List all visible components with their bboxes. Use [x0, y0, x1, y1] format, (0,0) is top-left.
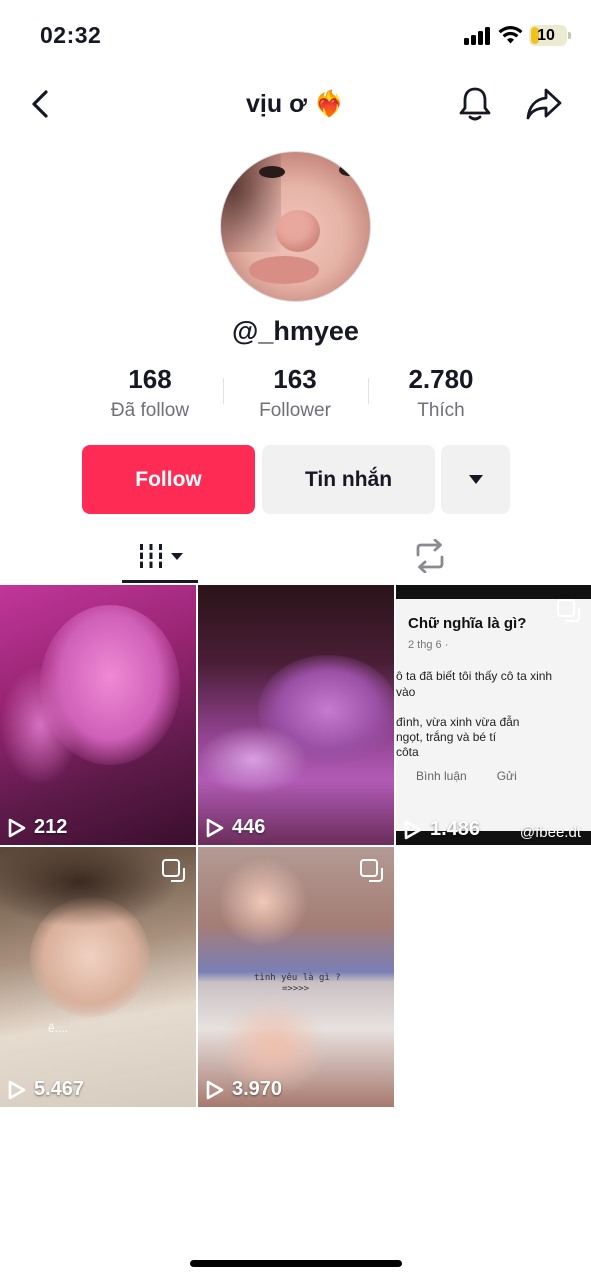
profile-header: vịu ơ ❤️‍🔥 [0, 72, 591, 138]
stat-followers-value: 163 [273, 364, 317, 394]
video-tile[interactable]: tình yêu là gì ? =>>>> 3.970 [198, 847, 394, 1107]
home-indicator[interactable] [190, 1260, 402, 1267]
stat-following-value: 168 [128, 364, 172, 394]
video-tile[interactable]: 212 [0, 585, 196, 845]
grid-bars-icon [137, 544, 165, 568]
post-actions: Bình luận Gửi [416, 769, 517, 783]
view-count-value: 446 [232, 816, 266, 838]
pinned-icon [557, 599, 580, 622]
post-line: đình, vừa xinh vừa đẫn [396, 715, 520, 729]
status-bar: 02:32 10 [0, 0, 591, 72]
page-title: vịu ơ ❤️‍🔥 [246, 90, 345, 118]
tab-videos[interactable] [122, 528, 198, 584]
stat-likes-value: 2.780 [408, 364, 474, 394]
post-meta: 2 thg 6 · [408, 639, 449, 651]
view-count-value: 1.486 [430, 818, 481, 840]
repost-icon [416, 539, 444, 573]
content-tabs [0, 528, 591, 584]
profile-stats: 168 Đã follow 163 Follower 2.780 Thích [0, 364, 591, 424]
share-arrow-icon [526, 88, 562, 120]
follow-button[interactable]: Follow [82, 445, 255, 514]
play-icon [404, 820, 422, 839]
tab-active-indicator [122, 580, 198, 583]
stat-likes-label: Thích [417, 400, 465, 421]
share-button[interactable] [523, 84, 565, 124]
more-options-button[interactable] [441, 445, 510, 514]
pinned-icon [360, 859, 383, 882]
battery-level: 10 [537, 27, 555, 44]
stat-followers-label: Follower [259, 400, 331, 421]
send-label: Gửi [496, 769, 517, 783]
view-count: 3.970 [206, 1078, 282, 1101]
stat-following-label: Đã follow [110, 400, 190, 421]
stat-following[interactable]: 168 Đã follow [77, 364, 223, 422]
notification-button[interactable] [455, 84, 495, 124]
post-line: ô ta đã biết tôi thấy cô ta xinh [396, 669, 553, 683]
play-icon [8, 818, 26, 837]
caret-down-icon [468, 475, 483, 484]
pinned-icon [162, 859, 185, 882]
comment-label: Bình luận [416, 769, 467, 783]
bell-icon [459, 87, 491, 121]
signal-icon [464, 27, 491, 45]
caret-down-icon [171, 552, 183, 560]
post-line: ngọt, trắng và bé tí [396, 730, 497, 744]
video-caption: ê.... [48, 1021, 69, 1035]
play-icon [206, 818, 224, 837]
play-icon [8, 1080, 26, 1099]
post-line: vào [396, 685, 416, 699]
wifi-icon [498, 26, 523, 44]
status-time: 02:32 [40, 22, 102, 48]
battery-cap [568, 32, 571, 39]
video-tile[interactable]: 446 [198, 585, 394, 845]
message-button[interactable]: Tin nhắn [262, 445, 435, 514]
video-overlay-text: tình yêu là gì ? [254, 973, 341, 983]
view-count: 446 [206, 816, 265, 839]
video-overlay-text: =>>>> [282, 984, 310, 994]
view-count-value: 212 [34, 816, 68, 838]
profile-username: @_hmyee [232, 316, 359, 346]
play-icon [206, 1080, 224, 1099]
post-title: Chữ nghĩa là gì? [408, 615, 527, 632]
watermark: @fbee.dt [519, 824, 581, 841]
video-tile[interactable]: Chữ nghĩa là gì? 2 thg 6 · ô ta đã biết … [396, 585, 591, 845]
view-count: 5.467 [8, 1078, 84, 1101]
view-count-value: 5.467 [34, 1078, 85, 1100]
tab-reposts[interactable] [410, 536, 450, 576]
post-line: côta [396, 745, 419, 759]
stat-likes[interactable]: 2.780 Thích [368, 364, 514, 422]
video-tile[interactable]: ê.... 5.467 [0, 847, 196, 1107]
view-count: 1.486 [404, 818, 480, 841]
stat-followers[interactable]: 163 Follower [222, 364, 368, 422]
view-count: 212 [8, 816, 67, 839]
battery-icon: 10 [529, 25, 567, 46]
view-count-value: 3.970 [232, 1078, 283, 1100]
avatar[interactable] [220, 151, 371, 302]
